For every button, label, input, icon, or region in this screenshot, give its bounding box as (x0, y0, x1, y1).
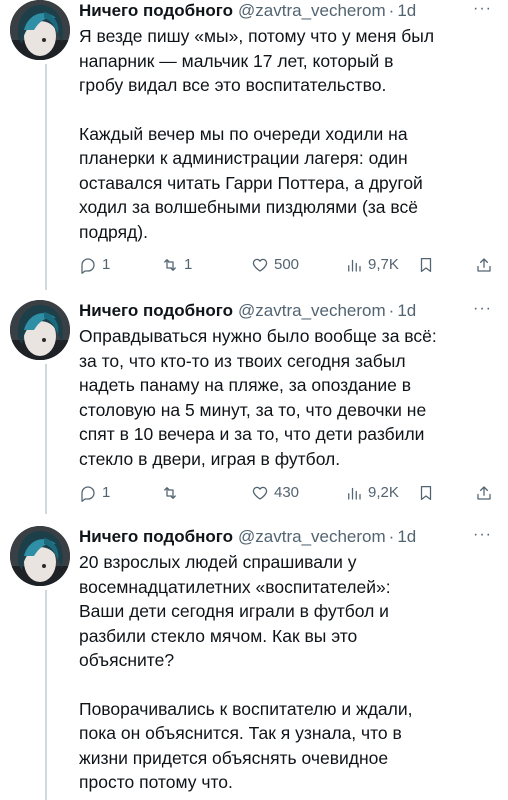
tweet[interactable]: Ничего подобного @zavtra_vecherom · 1d ·… (0, 526, 508, 800)
action-bar: 1 1 500 9,7K (79, 254, 496, 276)
reply-button[interactable]: 1 (79, 482, 110, 504)
text-line: жизни придется объяснять очевидное (79, 747, 389, 768)
text-line: столовую на 5 минут, за то, что девочки … (79, 399, 427, 420)
views-button[interactable]: 9,7K (345, 254, 399, 276)
heart-icon (251, 484, 269, 502)
heart-icon (251, 256, 269, 274)
text-line: надеть панаму на пляже, за опоздание в (79, 375, 412, 395)
views-icon (345, 256, 363, 274)
views-button[interactable]: 9,2K (345, 482, 399, 504)
author-handle[interactable]: @zavtra_vecherom (238, 0, 386, 22)
tweet-paragraph: Поворачивались к воспитателю и ждали, по… (79, 697, 496, 795)
repost-icon (161, 484, 179, 502)
tweet-header: Ничего подобного @zavtra_vecherom · 1d (79, 526, 496, 548)
more-options-icon[interactable]: ··· (473, 0, 492, 18)
author-name[interactable]: Ничего подобного (79, 526, 233, 548)
text-line: за то, что кто-то из твоих сегодня забыл (79, 350, 406, 371)
views-icon (345, 484, 363, 502)
tweet[interactable]: Ничего подобного @zavtra_vecherom · 1d ·… (0, 0, 508, 280)
tweet[interactable]: Ничего подобного @zavtra_vecherom · 1d ·… (0, 300, 508, 510)
text-line: ходил за волшебными пиздюлями (за всё (79, 197, 418, 217)
text-line: разбили стекло мячом. Как вы это (79, 625, 358, 646)
text-line: напарник — мальчик 17 лет, который в (79, 50, 394, 71)
author-handle[interactable]: @zavtra_vecherom (238, 526, 386, 548)
share-button[interactable] (475, 482, 493, 504)
like-count: 500 (274, 256, 300, 273)
text-line: Я везде пишу «мы», потому что у меня был (79, 26, 435, 46)
tweet-paragraph: Оправдываться нужно было вообще за всё: … (79, 324, 496, 471)
text-line: Ваши дети сегодня играли в футбол и (79, 601, 389, 621)
author-name[interactable]: Ничего подобного (79, 300, 233, 322)
avatar[interactable] (10, 300, 70, 360)
text-line: подряд). (79, 221, 148, 242)
separator: · (388, 527, 395, 546)
separator: · (388, 301, 395, 320)
more-options-icon[interactable]: ··· (473, 300, 492, 318)
tweet-paragraph: 20 взрослых людей спрашивали у восемнадц… (79, 550, 496, 673)
share-button[interactable] (475, 254, 493, 276)
timestamp[interactable]: 1d (397, 300, 416, 322)
author-name[interactable]: Ничего подобного (79, 0, 233, 22)
reply-button[interactable]: 1 (79, 254, 110, 276)
repost-button[interactable]: 1 (161, 254, 192, 276)
text-line: гробу видал все это воспитательство. (79, 75, 387, 95)
bookmark-icon (417, 256, 435, 274)
text-line: объясните? (79, 650, 175, 670)
reply-count: 1 (102, 484, 111, 501)
view-count: 9,2K (368, 484, 399, 501)
text-line: Каждый вечер мы по очереди ходили на (79, 123, 408, 144)
text-line: пока он объяснится. Так я узнала, что в (79, 723, 402, 743)
tweet-text: Я везде пишу «мы», потому что у меня был… (79, 24, 496, 244)
reply-icon (79, 484, 97, 502)
repost-icon (161, 256, 179, 274)
text-line: просто потому что. (79, 772, 233, 792)
tweet-text: Оправдываться нужно было вообще за всё: … (79, 324, 496, 471)
text-line: восемнадцатилетних «воспитателей»: (79, 576, 391, 597)
reply-icon (79, 256, 97, 274)
view-count: 9,7K (368, 256, 399, 273)
like-count: 430 (274, 484, 300, 501)
repost-count: 1 (184, 256, 193, 273)
timestamp[interactable]: 1d (397, 526, 416, 548)
like-button[interactable]: 500 (251, 254, 299, 276)
separator: · (388, 1, 395, 20)
avatar[interactable] (10, 526, 70, 586)
share-icon (475, 256, 493, 274)
text-line: спят в 10 вечера и за то, что дети разби… (79, 424, 425, 444)
action-bar: 1 430 9,2K (79, 482, 496, 504)
bookmark-button[interactable] (417, 482, 435, 504)
reply-count: 1 (102, 256, 111, 273)
tweet-header: Ничего подобного @zavtra_vecherom · 1d (79, 300, 496, 322)
repost-button[interactable] (161, 482, 184, 504)
more-options-icon[interactable]: ··· (473, 526, 492, 544)
bookmark-icon (417, 484, 435, 502)
text-line: оставался читать Гарри Поттера, а другой (79, 172, 423, 193)
text-line: стекло в двери, играя в футбол. (79, 448, 341, 469)
bookmark-button[interactable] (417, 254, 435, 276)
timestamp[interactable]: 1d (397, 0, 416, 22)
avatar[interactable] (10, 0, 70, 60)
like-button[interactable]: 430 (251, 482, 299, 504)
tweet-header: Ничего подобного @zavtra_vecherom · 1d (79, 0, 496, 22)
text-line: Оправдываться нужно было вообще за всё: (79, 326, 437, 346)
text-line: планерки к администрации лагеря: один (79, 148, 408, 168)
text-line: 20 взрослых людей спрашивали у (79, 552, 357, 572)
tweet-text: 20 взрослых людей спрашивали у восемнадц… (79, 550, 496, 795)
share-icon (475, 484, 493, 502)
tweet-paragraph: Каждый вечер мы по очереди ходили на пла… (79, 122, 496, 245)
tweet-paragraph: Я везде пишу «мы», потому что у меня был… (79, 24, 496, 98)
text-line: Поворачивались к воспитателю и ждали, (79, 698, 413, 719)
author-handle[interactable]: @zavtra_vecherom (238, 300, 386, 322)
